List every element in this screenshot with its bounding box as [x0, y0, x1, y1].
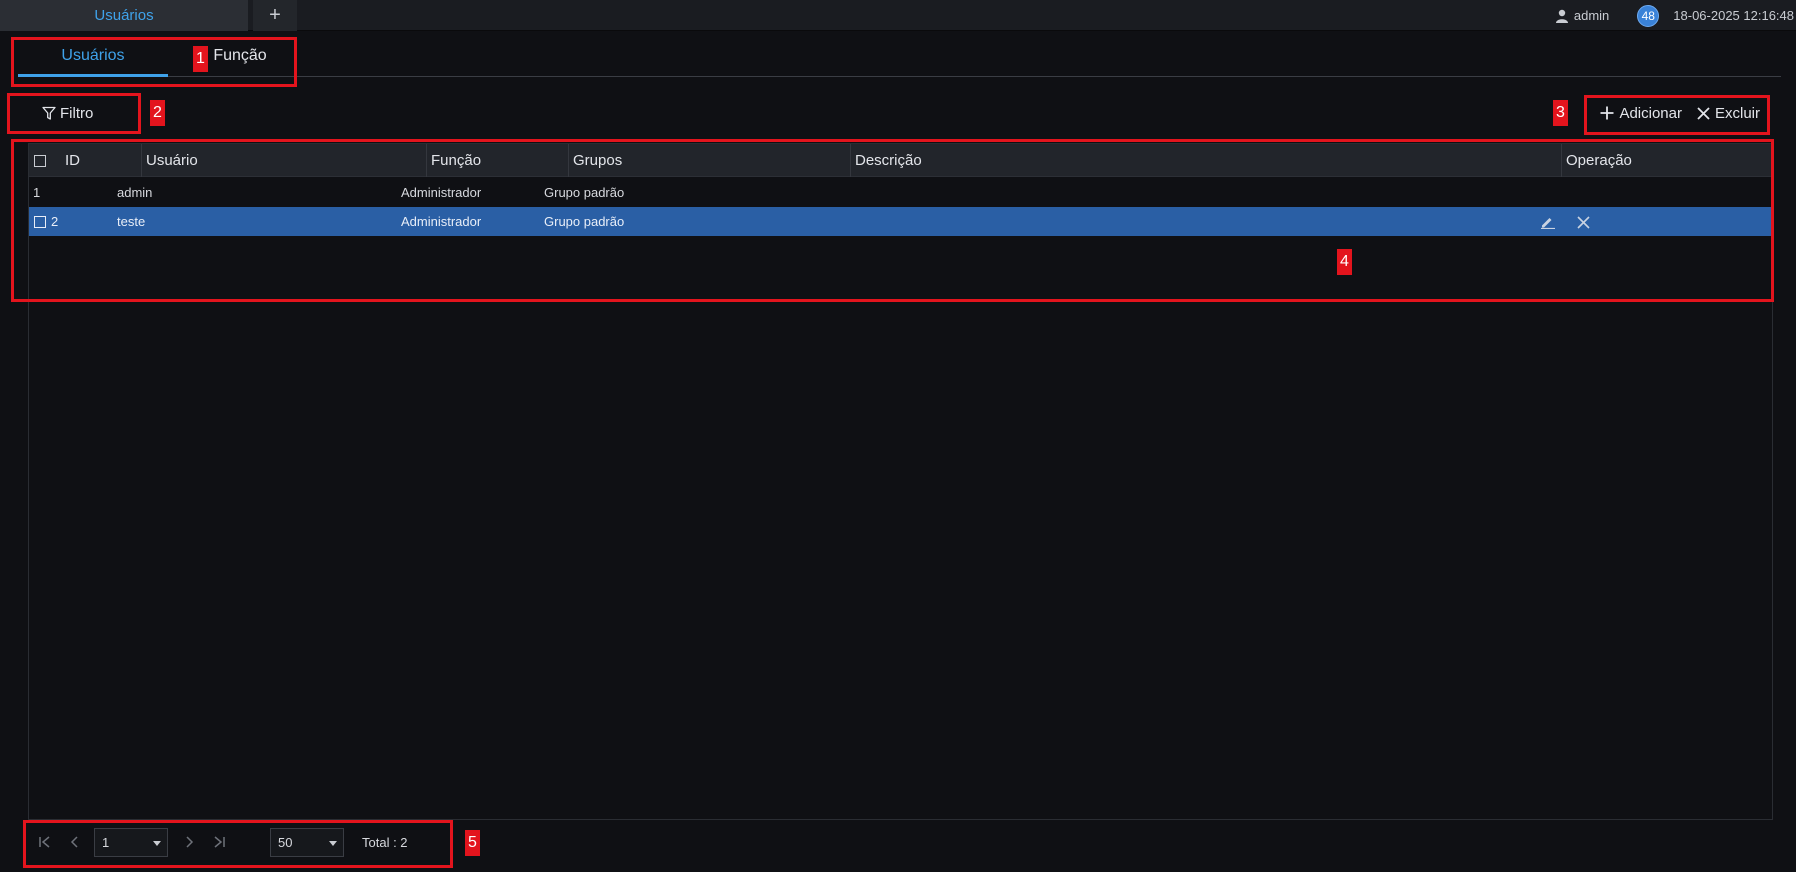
notification-count: 48 [1641, 8, 1655, 23]
current-user[interactable]: admin [1555, 8, 1609, 23]
top-bar: Usuários + admin 48 18-06-2025 12:16:48 [0, 0, 1796, 31]
window-tab-usuarios[interactable]: Usuários [0, 0, 248, 31]
annotation-box-1 [11, 37, 297, 87]
user-name: admin [1573, 8, 1610, 23]
plus-icon: + [269, 4, 281, 26]
new-tab-button[interactable]: + [253, 0, 297, 31]
annotation-label-1: 1 [193, 46, 208, 72]
tabs-divider [168, 76, 1781, 77]
annotation-label-2: 2 [150, 100, 165, 126]
annotation-label-5: 5 [465, 830, 480, 856]
annotation-box-4 [11, 139, 1774, 302]
annotation-label-3: 3 [1553, 100, 1568, 126]
annotation-box-3 [1584, 95, 1770, 135]
annotation-label-4: 4 [1337, 249, 1352, 275]
annotation-box-2 [7, 93, 141, 134]
window-tab-label: Usuários [94, 7, 154, 24]
datetime: 18-06-2025 12:16:48 [1673, 8, 1794, 23]
top-bar-status: admin 48 18-06-2025 12:16:48 [1555, 0, 1796, 31]
user-icon [1555, 9, 1568, 23]
annotation-box-5 [23, 820, 453, 868]
notification-badge[interactable]: 48 [1637, 4, 1660, 27]
